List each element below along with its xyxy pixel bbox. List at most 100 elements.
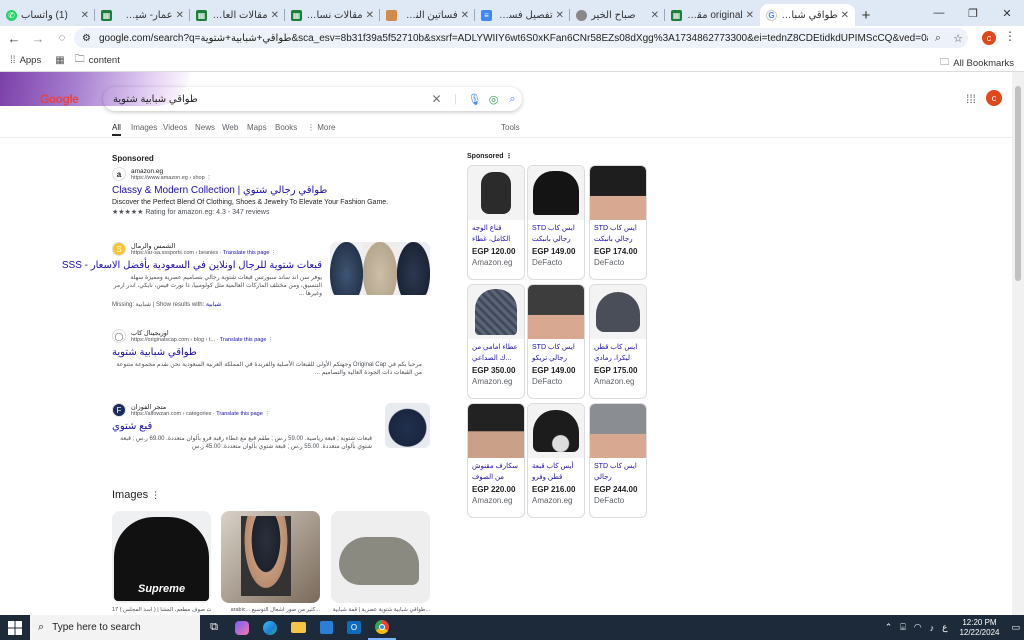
close-icon[interactable]: ✕ (461, 10, 469, 21)
more-options-icon[interactable]: ⋮ (206, 175, 212, 181)
translate-link[interactable]: Translate this page (223, 250, 270, 256)
lens-icon[interactable]: ◎ (484, 93, 503, 106)
bookmark-star-icon[interactable]: ☆ (948, 32, 968, 45)
image-caption[interactable]: طواقي شبابية شتوية عصرية | قمة شبابية... (331, 607, 430, 613)
loading-icon[interactable]: ◌ (50, 26, 74, 50)
notifications-icon[interactable]: ▭ (1011, 622, 1020, 633)
wifi-icon[interactable]: ◠ (914, 622, 922, 633)
image-result-3[interactable] (331, 511, 430, 603)
image-result-2[interactable] (221, 511, 320, 603)
result-source[interactable]: ◯ اوريجينال كاب https://originalscap.com… (112, 329, 432, 343)
tab-9-active[interactable]: G طواقي شبابية ش✕ (760, 4, 855, 26)
tab-images[interactable]: Images (131, 123, 157, 132)
close-icon[interactable]: ✕ (366, 10, 374, 21)
result-thumbnail[interactable] (385, 403, 430, 448)
url-text[interactable]: google.com/search?q=طواقي+شبابية+شتوية&s… (99, 33, 928, 44)
result-source[interactable]: a amazon.eg https://www.amazon.eg › shop… (112, 167, 432, 181)
minimize-icon[interactable]: — (922, 0, 956, 26)
result-title[interactable]: قبعات شتوية للرجال اونلاين في السعودية ب… (62, 260, 322, 271)
outlook-icon[interactable]: O (340, 615, 368, 640)
product-card[interactable]: أيس كاب قبعة قطن وفرو منقش EGP 216.00 Am… (527, 403, 585, 518)
chrome-icon[interactable] (368, 615, 396, 640)
tab-videos[interactable]: Videos (163, 123, 187, 132)
more-options-icon[interactable]: ⋮ (151, 490, 160, 500)
tab-more[interactable]: ⋮ More (307, 123, 335, 132)
volume-icon[interactable]: ♪ (930, 623, 935, 633)
tab-maps[interactable]: Maps (247, 123, 267, 132)
tab-8[interactable]: ▦ original مقالات✕ (665, 4, 760, 26)
new-tab-button[interactable]: + (855, 4, 877, 26)
more-options-icon[interactable]: ⋮ (271, 250, 277, 256)
tab-news[interactable]: News (195, 123, 215, 132)
image-caption[interactable]: 17 ( أسد المجلس ) | قبعات صوف مطعم، المش… (112, 607, 211, 613)
close-window-icon[interactable]: ✕ (990, 0, 1024, 26)
tools-button[interactable]: Tools (501, 123, 520, 132)
file-explorer-icon[interactable] (284, 615, 312, 640)
close-icon[interactable]: ✕ (746, 10, 754, 21)
product-card[interactable]: قناع الوجه الكامل، غطاء للرأس EGP 120.00… (467, 165, 525, 280)
account-avatar[interactable]: c (986, 90, 1002, 106)
task-view-icon[interactable]: ⧉ (200, 615, 228, 640)
all-bookmarks[interactable]: 🗀 All Bookmarks (940, 55, 1014, 71)
translate-link[interactable]: Translate this page (220, 337, 267, 343)
search-icon[interactable]: ⌕ (503, 93, 522, 106)
tab-7[interactable]: صباح الخير ✕ (570, 4, 665, 26)
search-box[interactable]: طواقي شبابية شتوية ✕ | 🎙 ◎ ⌕ (103, 87, 522, 111)
tab-2[interactable]: ▦ عمار- شيت محتوى✕ (95, 4, 190, 26)
product-card[interactable]: ايس كاب STD رجالي EGP 244.00 DeFacto (589, 403, 647, 518)
close-icon[interactable]: ✕ (271, 10, 279, 21)
network-icon[interactable]: ⌸ (900, 622, 905, 633)
scrollbar-thumb[interactable] (1015, 86, 1021, 281)
clock[interactable]: 12:20 PM 12/22/2024 (959, 618, 999, 638)
result-source[interactable]: F متجر الفوزان https://alfowzan.com › ca… (112, 403, 432, 417)
tab-books[interactable]: Books (275, 123, 297, 132)
page-scrollbar[interactable] (1012, 72, 1024, 615)
search-input[interactable]: طواقي شبابية شتوية (113, 94, 427, 105)
missing-term-link[interactable]: شبابية (206, 302, 221, 308)
product-card[interactable]: عطاء امامي من ...ك الصداعي بربيع EGP 350… (467, 284, 525, 399)
product-card[interactable]: ايس كاب قطن ليكرا، رمادي EGP 175.00 Amaz… (589, 284, 647, 399)
zoom-icon[interactable]: ⌕ (928, 32, 948, 45)
bookmark-apps[interactable]: ⁞⁞ Apps (10, 55, 41, 66)
result-thumbnail[interactable] (330, 242, 430, 295)
profile-avatar[interactable]: c (982, 31, 996, 45)
forward-icon[interactable]: → (26, 26, 50, 50)
product-card[interactable]: ايس كاب STD رجالي بانبكت EGP 174.00 DeFa… (589, 165, 647, 280)
close-icon[interactable]: ✕ (81, 10, 89, 21)
product-card[interactable]: ايس كاب STD رجالي تريكو EGP 149.00 DeFac… (527, 284, 585, 399)
tab-web[interactable]: Web (222, 123, 238, 132)
more-options-icon[interactable]: ⋮ (268, 337, 274, 343)
result-title[interactable]: طواقي شبابية شتوية (112, 347, 432, 358)
restore-icon[interactable]: ❐ (956, 0, 990, 26)
back-icon[interactable]: ← (2, 26, 26, 50)
translate-link[interactable]: Translate this page (216, 411, 263, 417)
tab-all[interactable]: All (112, 123, 121, 136)
mic-icon[interactable]: 🎙 (465, 93, 484, 106)
language-indicator[interactable]: ع (942, 622, 947, 633)
tab-5[interactable]: فساتين النساء: ✕ (380, 4, 475, 26)
image-result-1[interactable]: Supreme (112, 511, 211, 603)
close-icon[interactable]: ✕ (651, 10, 659, 21)
product-card[interactable]: سكارف مقنوش من الصوف مناسب EGP 220.00 Am… (467, 403, 525, 518)
bookmark-folder-content[interactable]: 🗀 content (75, 52, 120, 69)
tab-1[interactable]: ✆ (1) واتساب ✕ (0, 4, 95, 26)
chevron-up-icon[interactable]: ⌃ (885, 622, 893, 633)
browser-menu-icon[interactable]: ⋮ (1004, 29, 1016, 43)
google-apps-icon[interactable]: ⁞⁞⁞ (966, 92, 976, 106)
result-title[interactable]: قبع شتوي (112, 421, 432, 432)
tab-3[interactable]: ▦ مقالات العالم الر✕ (190, 4, 285, 26)
close-icon[interactable]: ✕ (556, 10, 564, 21)
windows-start-icon[interactable] (0, 620, 30, 635)
edge-icon[interactable] (256, 615, 284, 640)
site-info-icon[interactable]: ⚙ (82, 33, 91, 44)
bookmark-grid[interactable]: ▦ (55, 55, 68, 66)
product-card[interactable]: ايس كاب STD رجالي بانبكت EGP 149.00 DeFa… (527, 165, 585, 280)
store-icon[interactable] (312, 615, 340, 640)
more-options-icon[interactable]: ⋮ (264, 411, 270, 417)
more-options-icon[interactable]: ⋮ (506, 153, 513, 160)
tab-4[interactable]: ▦ مقالات نساء :5✕ (285, 4, 380, 26)
close-icon[interactable]: ✕ (176, 10, 184, 21)
address-bar[interactable]: ⚙ google.com/search?q=طواقي+شبابية+شتوية… (74, 28, 968, 48)
result-title[interactable]: Classy & Modern Collection | طواقي رجالي… (112, 185, 432, 196)
tab-6[interactable]: ≡ تفصيل فساتين ال✕ (475, 4, 570, 26)
